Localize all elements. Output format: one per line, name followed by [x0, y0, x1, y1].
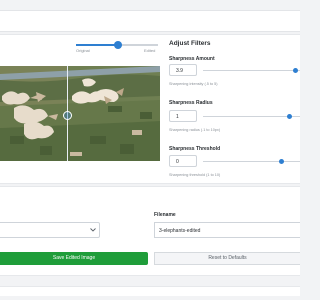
filename-label: Filename [154, 212, 176, 218]
format-select[interactable] [0, 222, 100, 238]
aerial-photo [0, 66, 160, 161]
sharpness-amount-track[interactable] [203, 70, 300, 71]
filters-title: Adjust Filters [169, 40, 211, 47]
original-label: Original [76, 48, 90, 53]
chevron-down-icon[interactable] [89, 226, 97, 234]
split-handle[interactable] [63, 111, 72, 120]
sharpness-threshold-track[interactable] [203, 161, 300, 162]
sharpness-radius-track[interactable] [203, 116, 300, 117]
sharpness-radius-hint: Sharpening radius (.1 to 10px) [169, 128, 221, 132]
reset-to-defaults-button[interactable]: Reset to Defaults [154, 252, 300, 265]
sharpness-amount-input[interactable]: 3.9 [169, 64, 197, 76]
sharpness-threshold-input[interactable]: 0 [169, 155, 197, 167]
compare-slider-thumb[interactable] [114, 41, 122, 49]
filename-input[interactable]: 3-elephants-edited [154, 222, 300, 238]
sharpness-radius-input[interactable]: 1 [169, 110, 197, 122]
sharpness-threshold-label: Sharpness Threshold [169, 146, 221, 152]
sharpness-threshold-hint: Sharpening threshold (1 to 10) [169, 173, 221, 177]
save-edited-image-button[interactable]: Save Edited Image [0, 252, 148, 265]
sharpness-radius-label: Sharpness Radius [169, 100, 213, 106]
footer-bar [0, 286, 300, 296]
image-preview[interactable] [0, 66, 160, 161]
edited-label: Edited [144, 48, 156, 53]
sharpness-amount-label: Sharpness Amount [169, 56, 215, 62]
top-bar [0, 10, 300, 32]
sharpness-amount-hint: Sharpening intensity (.5 to 5) [169, 82, 218, 86]
sharpness-amount-thumb[interactable] [293, 68, 298, 73]
